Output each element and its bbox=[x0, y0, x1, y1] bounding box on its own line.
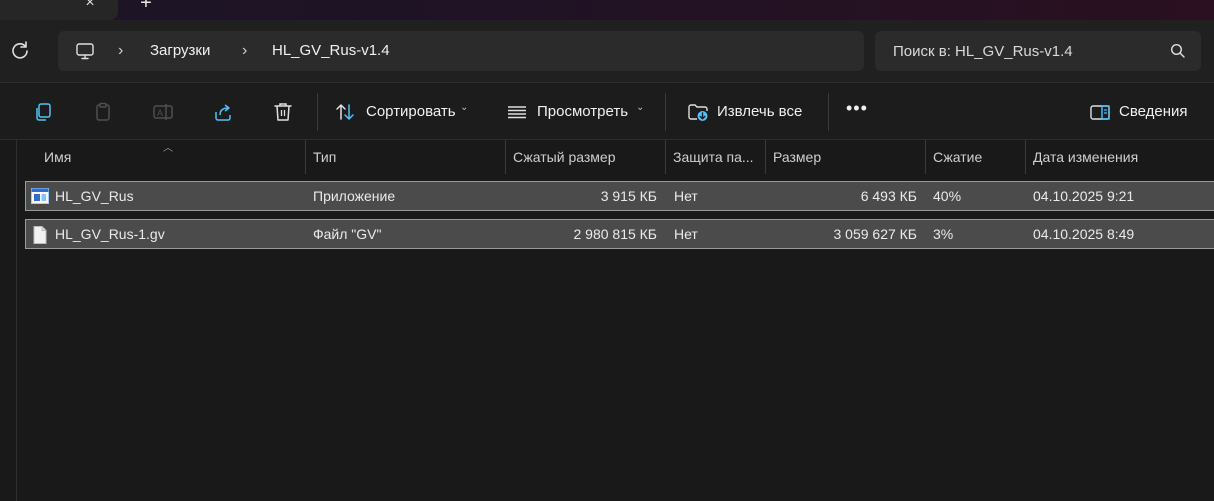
breadcrumb-item-current[interactable]: HL_GV_Rus-v1.4 bbox=[272, 41, 390, 61]
column-divider[interactable] bbox=[305, 140, 306, 174]
extract-all-button[interactable]: Извлечь все bbox=[687, 97, 807, 127]
file-ratio: 3% bbox=[933, 226, 954, 242]
share-icon[interactable] bbox=[212, 101, 234, 123]
file-protection: Нет bbox=[674, 226, 698, 242]
toolbar-divider bbox=[828, 93, 829, 131]
file-ratio: 40% bbox=[933, 188, 962, 204]
this-pc-icon[interactable] bbox=[74, 40, 96, 62]
refresh-icon[interactable] bbox=[8, 38, 32, 62]
toolbar-divider bbox=[317, 93, 318, 131]
file-name: HL_GV_Rus-1.gv bbox=[55, 226, 165, 242]
file-row[interactable]: HL_GV_Rus-1.gv Файл "GV" 2 980 815 КБ Не… bbox=[25, 219, 1214, 249]
breadcrumb[interactable]: › Загрузки › HL_GV_Rus-v1.4 bbox=[58, 31, 864, 71]
toolbar-divider bbox=[665, 93, 666, 131]
column-divider[interactable] bbox=[925, 140, 926, 174]
file-size: 6 493 КБ bbox=[860, 188, 917, 204]
file-compressed-size: 3 915 КБ bbox=[600, 188, 657, 204]
column-modified[interactable]: Дата изменения bbox=[1033, 140, 1203, 174]
column-divider[interactable] bbox=[765, 140, 766, 174]
more-options-button[interactable]: ••• bbox=[846, 99, 868, 123]
details-label: Сведения bbox=[1119, 103, 1188, 120]
view-label: Просмотреть bbox=[537, 103, 629, 120]
active-tab[interactable]: × bbox=[0, 0, 118, 20]
column-protection[interactable]: Защита па... bbox=[673, 140, 761, 174]
file-type: Приложение bbox=[313, 188, 396, 204]
chevron-right-icon[interactable]: › bbox=[242, 41, 256, 61]
file-modified: 04.10.2025 9:21 bbox=[1033, 188, 1135, 204]
chevron-down-icon: ⌄ bbox=[460, 102, 469, 113]
search-icon[interactable] bbox=[1169, 42, 1187, 60]
file-protection: Нет bbox=[674, 188, 698, 204]
file-name: HL_GV_Rus bbox=[55, 188, 134, 204]
search-input[interactable] bbox=[893, 41, 1163, 61]
view-list-icon bbox=[506, 101, 528, 123]
rename-icon[interactable]: A bbox=[152, 101, 174, 123]
address-row: › Загрузки › HL_GV_Rus-v1.4 bbox=[0, 20, 1214, 82]
extract-all-label: Извлечь все bbox=[717, 103, 803, 120]
details-pane-icon bbox=[1089, 101, 1111, 123]
sort-icon bbox=[334, 101, 356, 123]
sort-button[interactable]: Сортировать ⌄ bbox=[334, 97, 474, 127]
file-icon bbox=[31, 226, 49, 244]
sort-label: Сортировать bbox=[366, 103, 456, 120]
file-row[interactable]: HL_GV_Rus Приложение 3 915 КБ Нет 6 493 … bbox=[25, 181, 1214, 211]
column-ratio[interactable]: Сжатие bbox=[933, 140, 1021, 174]
column-divider[interactable] bbox=[505, 140, 506, 174]
navigation-pane-border[interactable] bbox=[16, 140, 17, 501]
view-button[interactable]: Просмотреть ⌄ bbox=[506, 97, 648, 127]
file-type: Файл "GV" bbox=[313, 226, 382, 242]
breadcrumb-item-downloads[interactable]: Загрузки bbox=[150, 41, 210, 61]
search-box[interactable] bbox=[875, 31, 1201, 71]
delete-icon[interactable] bbox=[272, 101, 294, 123]
copy-icon[interactable] bbox=[32, 101, 54, 123]
extract-folder-icon bbox=[687, 101, 709, 123]
column-name[interactable]: Имя bbox=[44, 140, 294, 174]
title-bar: × + bbox=[0, 0, 1214, 20]
column-compressed-size[interactable]: Сжатый размер bbox=[513, 140, 658, 174]
close-tab-button[interactable]: × bbox=[82, 0, 98, 12]
details-button[interactable]: Сведения bbox=[1089, 97, 1189, 127]
svg-text:A: A bbox=[157, 108, 163, 118]
application-icon bbox=[31, 188, 49, 204]
column-divider[interactable] bbox=[1025, 140, 1026, 174]
command-bar: A Сортировать ⌄ Просмотреть ⌄ Извлечь вс… bbox=[0, 82, 1214, 140]
column-header: ︿ Имя Тип Сжатый размер Защита па... Раз… bbox=[0, 140, 1214, 174]
column-divider[interactable] bbox=[665, 140, 666, 174]
file-compressed-size: 2 980 815 КБ bbox=[573, 226, 657, 242]
file-size: 3 059 627 КБ bbox=[833, 226, 917, 242]
file-modified: 04.10.2025 8:49 bbox=[1033, 226, 1135, 242]
chevron-down-icon: ⌄ bbox=[636, 102, 645, 113]
chevron-right-icon[interactable]: › bbox=[118, 41, 132, 61]
paste-icon[interactable] bbox=[92, 101, 114, 123]
column-size[interactable]: Размер bbox=[773, 140, 918, 174]
column-type[interactable]: Тип bbox=[313, 140, 493, 174]
new-tab-button[interactable]: + bbox=[137, 0, 155, 13]
